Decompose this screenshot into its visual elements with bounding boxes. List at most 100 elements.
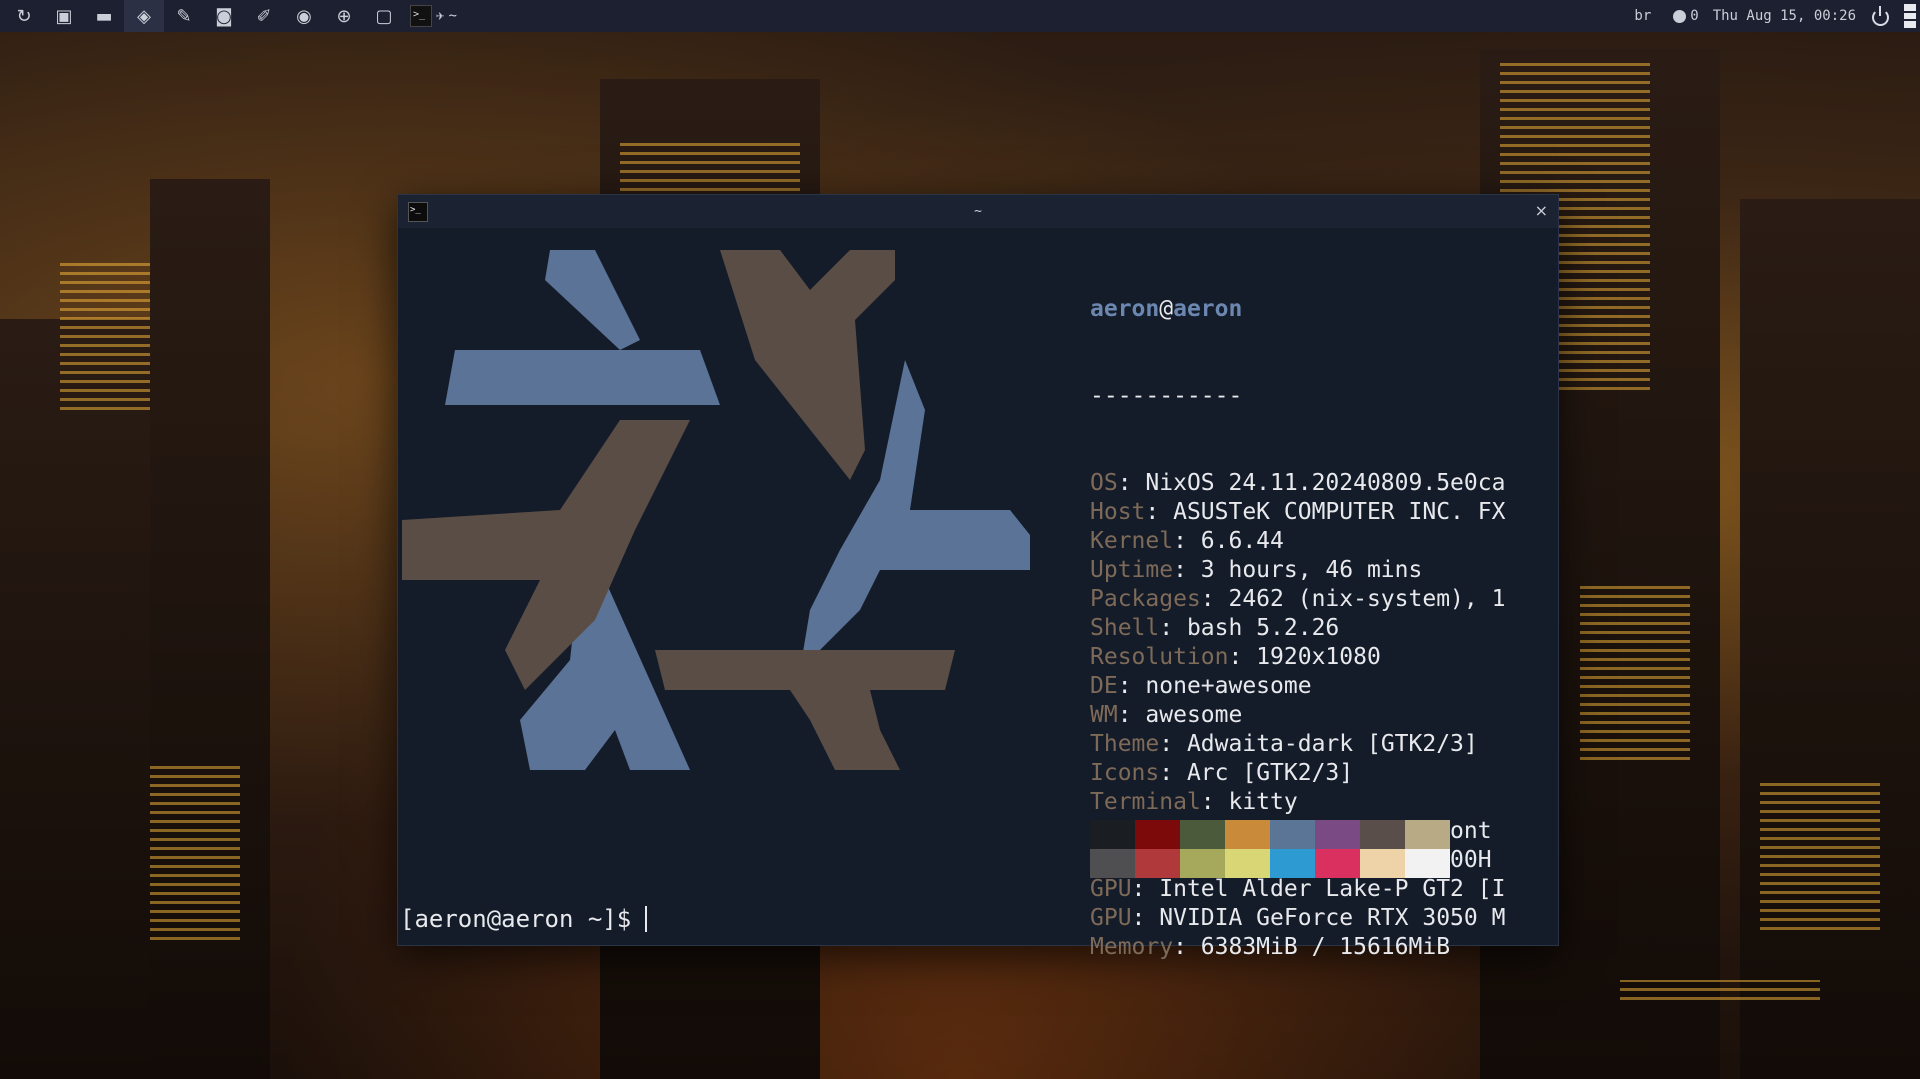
notification-indicator[interactable]: 0	[1673, 8, 1699, 24]
system-info: aeron@aeron ----------- OS: NixOS 24.11.…	[1090, 237, 1550, 1020]
fetch-value: 2462 (nix-system), 1	[1228, 586, 1506, 612]
fetch-key: DE	[1090, 673, 1118, 699]
terminal-window[interactable]: ~ × aeron@aeron ----------- OS: NixOS 24…	[398, 195, 1558, 960]
fetch-key: GPU	[1090, 905, 1132, 931]
fetch-row: Terminal: kitty	[1090, 788, 1550, 817]
palette-swatch	[1135, 820, 1180, 849]
palette-swatch	[1225, 820, 1270, 849]
fetch-value: Intel Alder Lake-P GT2 [I	[1159, 876, 1506, 902]
nixos-lambda-shape	[655, 650, 955, 770]
fetch-row: Theme: Adwaita-dark [GTK2/3]	[1090, 730, 1550, 759]
power-icon[interactable]	[1870, 6, 1890, 26]
terminal-icon[interactable]: ▣	[44, 0, 84, 32]
fetch-value: NVIDIA GeForce RTX 3050 M	[1159, 905, 1506, 931]
palette-swatch	[1360, 820, 1405, 849]
fetch-host: aeron	[1173, 296, 1243, 322]
close-button[interactable]: ×	[1535, 201, 1548, 220]
nixos-lambda-shape	[720, 250, 895, 480]
fetch-header: aeron@aeron	[1090, 295, 1550, 324]
fetch-row: Resolution: 1920x1080	[1090, 643, 1550, 672]
fetch-key: Kernel	[1090, 528, 1174, 554]
fetch-colon: :	[1117, 470, 1146, 496]
inkscape-icon[interactable]: ✐	[244, 0, 284, 32]
package-icon[interactable]: ◈	[124, 0, 164, 32]
fetch-colon: :	[1173, 528, 1201, 554]
fetch-key: OS	[1090, 470, 1118, 496]
shell-prompt[interactable]: [aeron@aeron ~]$	[400, 905, 648, 933]
notification-count: 0	[1690, 8, 1699, 24]
fetch-row: Host: ASUSTeK COMPUTER INC. FX	[1090, 498, 1550, 527]
fetch-colon: :	[1159, 615, 1187, 641]
fetch-value: Adwaita-dark [GTK2/3]	[1186, 731, 1478, 757]
palette-swatch	[1270, 849, 1315, 878]
gamepad-icon[interactable]: ⊕	[324, 0, 364, 32]
fetch-key: Uptime	[1090, 557, 1174, 583]
task-prefix-glyph: ✈	[436, 8, 445, 24]
pencil-icon[interactable]: ✎	[164, 0, 204, 32]
fetch-rows: OS: NixOS 24.11.20240809.5e0ca Host: ASUS…	[1090, 469, 1550, 962]
fetch-colon: :	[1159, 731, 1187, 757]
fetch-value: Arc [GTK2/3]	[1186, 760, 1354, 786]
palette-swatch	[1090, 820, 1135, 849]
fetch-row: Memory: 6383MiB / 15616MiB	[1090, 933, 1550, 962]
palette-swatch	[1405, 820, 1450, 849]
fetch-row: Icons: Arc [GTK2/3]	[1090, 759, 1550, 788]
fetch-key: Theme	[1090, 731, 1160, 757]
fetch-row: OS: NixOS 24.11.20240809.5e0ca	[1090, 469, 1550, 498]
folder-icon[interactable]: ▬	[84, 0, 124, 32]
fetch-row: Packages: 2462 (nix-system), 1	[1090, 585, 1550, 614]
nixos-refresh-icon[interactable]: ↻	[4, 0, 44, 32]
palette-swatch	[1405, 849, 1450, 878]
palette-swatch	[1225, 849, 1270, 878]
fetch-colon: :	[1131, 876, 1160, 902]
nixos-logo-blue-lambdas	[445, 250, 1030, 770]
fetch-value: 1920x1080	[1256, 644, 1381, 670]
keyboard-layout-indicator[interactable]: br	[1634, 8, 1659, 24]
fetch-colon: :	[1159, 760, 1187, 786]
fetch-row: GPU: NVIDIA GeForce RTX 3050 M	[1090, 904, 1550, 933]
fetch-separator: -----------	[1090, 383, 1243, 409]
terminal-icon	[410, 5, 432, 27]
window-title: ~	[974, 204, 982, 219]
taskbar-item-terminal[interactable]: ✈~	[404, 0, 463, 32]
fetch-key: Host	[1090, 499, 1146, 525]
fetch-row: Shell: bash 5.2.26	[1090, 614, 1550, 643]
fetch-colon: :	[1131, 905, 1160, 931]
steam-icon[interactable]: ◉	[284, 0, 324, 32]
fetch-colon: :	[1173, 934, 1201, 960]
speaker-icon[interactable]: ▢	[364, 0, 404, 32]
fetch-row: Uptime: 3 hours, 46 mins	[1090, 556, 1550, 585]
text-cursor	[645, 906, 648, 932]
fetch-row: DE: none+awesome	[1090, 672, 1550, 701]
task-label: ~	[448, 8, 457, 24]
fetch-value: 3 hours, 46 mins	[1200, 557, 1423, 583]
palette-swatch	[1270, 820, 1315, 849]
terminal-titlebar[interactable]: ~ ×	[398, 195, 1558, 228]
layout-indicator-icon[interactable]	[1904, 4, 1916, 29]
fetch-value: kitty	[1228, 789, 1298, 815]
fetch-key: Resolution	[1090, 644, 1229, 670]
fetch-colon: :	[1145, 499, 1174, 525]
nixos-lambda-shape	[445, 350, 720, 405]
prompt-text: [aeron@aeron ~]$	[400, 905, 632, 933]
fetch-key: Packages	[1090, 586, 1201, 612]
fetch-value: NixOS 24.11.20240809.5e0ca	[1145, 470, 1506, 496]
notification-icon	[1673, 9, 1687, 23]
fetch-colon: :	[1228, 644, 1257, 670]
fetch-key: WM	[1090, 702, 1118, 728]
launcher-bar: ↻ ▣ ▬ ◈ ✎ ◙ ✐ ◉ ⊕ ▢	[0, 0, 404, 32]
nixos-lambda-shape	[402, 420, 690, 690]
fetch-colon: :	[1117, 702, 1146, 728]
fetch-key: Memory	[1090, 934, 1174, 960]
discord-icon[interactable]: ◙	[204, 0, 244, 32]
fetch-value: awesome	[1145, 702, 1243, 728]
palette-swatch	[1360, 849, 1405, 878]
fetch-row: GPU: Intel Alder Lake-P GT2 [I	[1090, 875, 1550, 904]
palette-swatch	[1315, 820, 1360, 849]
palette-swatch	[1135, 849, 1180, 878]
fetch-colon: :	[1117, 673, 1146, 699]
clock[interactable]: Thu Aug 15, 00:26	[1713, 8, 1856, 24]
fetch-value: none+awesome	[1145, 673, 1312, 699]
fetch-key: Terminal	[1090, 789, 1201, 815]
fetch-value: 6.6.44	[1200, 528, 1284, 554]
